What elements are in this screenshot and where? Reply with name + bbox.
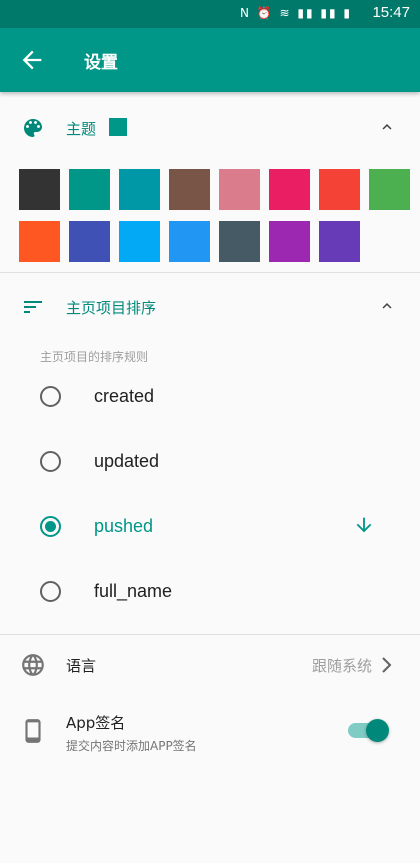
app-signature-setting[interactable]: App签名 提交内容时添加APP签名 <box>0 698 420 768</box>
app-signature-toggle[interactable] <box>348 714 390 748</box>
theme-color-swatch[interactable] <box>19 221 60 262</box>
radio-button[interactable] <box>40 451 61 472</box>
sort-option-label: updated <box>94 451 160 471</box>
app-signature-description: 提交内容时添加APP签名 <box>66 739 197 753</box>
radio-button[interactable] <box>40 386 61 407</box>
theme-color-swatch[interactable] <box>119 221 160 262</box>
sort-section-header[interactable]: 主页项目排序 <box>0 272 420 342</box>
theme-section-header[interactable]: 主题 <box>0 93 420 163</box>
page-title: 设置 <box>84 53 118 73</box>
app-signature-label: App签名 <box>66 714 126 732</box>
sort-option-created[interactable]: created <box>0 364 420 429</box>
theme-color-swatch[interactable] <box>269 221 310 262</box>
theme-color-swatch[interactable] <box>119 169 160 210</box>
current-theme-swatch <box>109 118 127 136</box>
toggle-thumb <box>366 719 389 742</box>
theme-color-swatch[interactable] <box>169 221 210 262</box>
sort-option-full-name[interactable]: full_name <box>0 559 420 624</box>
phone-icon <box>25 719 41 743</box>
radio-button[interactable] <box>40 581 61 602</box>
status-bar: N ⏰ ≋ ▮▮ ▮▮ ▮ 15:47 <box>0 0 420 28</box>
sort-icon <box>24 301 42 313</box>
sort-label: 主页项目排序 <box>66 299 157 317</box>
sort-option-label: pushed <box>94 516 154 536</box>
theme-color-swatch[interactable] <box>169 169 210 210</box>
sort-option-label: full_name <box>94 581 173 601</box>
sort-option-pushed[interactable]: pushed <box>0 494 420 559</box>
theme-color-swatch[interactable] <box>69 221 110 262</box>
sort-option-label: created <box>94 386 155 406</box>
language-label: 语言 <box>66 657 97 675</box>
theme-color-swatch[interactable] <box>69 169 110 210</box>
sort-subtitle: 主页项目的排序规则 <box>40 350 149 364</box>
sort-option-updated[interactable]: updated <box>0 429 420 494</box>
chevron-up-icon[interactable] <box>378 118 396 136</box>
theme-label: 主题 <box>66 120 97 138</box>
theme-color-swatch[interactable] <box>269 169 310 210</box>
language-setting[interactable]: 语言 跟随系统 <box>0 635 420 695</box>
arrow-left-icon[interactable] <box>18 46 46 74</box>
radio-button-selected[interactable] <box>40 516 61 537</box>
language-value: 跟随系统 <box>311 657 372 675</box>
status-time: 15:47 <box>372 4 410 21</box>
arrow-down-icon[interactable] <box>353 514 375 536</box>
theme-color-swatch[interactable] <box>319 221 360 262</box>
theme-color-swatch[interactable] <box>369 169 410 210</box>
theme-color-swatch[interactable] <box>219 169 260 210</box>
palette-icon <box>24 119 42 137</box>
globe-icon <box>22 654 44 676</box>
theme-color-swatch[interactable] <box>219 221 260 262</box>
chevron-right-icon <box>382 657 392 673</box>
chevron-up-icon[interactable] <box>378 297 396 315</box>
status-icons: N ⏰ ≋ ▮▮ ▮▮ ▮ <box>239 6 352 20</box>
theme-color-swatch[interactable] <box>19 169 60 210</box>
theme-color-swatch[interactable] <box>319 169 360 210</box>
app-bar: 设置 <box>0 28 420 92</box>
